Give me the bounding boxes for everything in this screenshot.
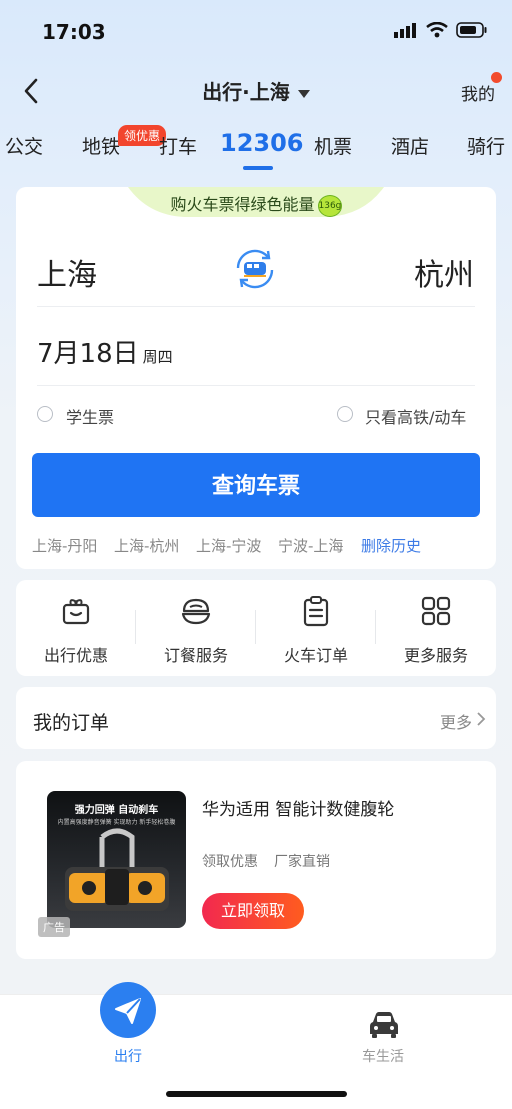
status-time: 17:03 [42, 20, 106, 44]
departure-city[interactable]: 上海 [37, 250, 97, 294]
orders-title: 我的订单 [33, 712, 110, 734]
clipboard-icon [303, 596, 329, 627]
highspeed-only-radio[interactable] [337, 406, 353, 422]
history-item[interactable]: 上海-丹阳 [32, 535, 97, 556]
claim-now-button[interactable]: 立即领取 [202, 893, 304, 929]
weekday-text: 周四 [142, 348, 173, 366]
energy-badge: 136g [317, 194, 342, 217]
city-selector[interactable]: 出行·上海 [0, 76, 512, 105]
service-more[interactable]: 更多服务 [376, 594, 496, 666]
signal-icon [394, 23, 416, 38]
notification-dot [491, 72, 502, 83]
tab-cycling[interactable]: 骑行 [467, 132, 505, 159]
product-tag: 厂家直销 [274, 854, 330, 870]
gift-icon [62, 599, 90, 625]
service-label: 订餐服务 [163, 646, 228, 665]
service-train-orders[interactable]: 火车订单 [256, 594, 376, 666]
tab-metro[interactable]: 地铁 [82, 132, 120, 159]
tab-travel[interactable] [100, 982, 156, 1038]
service-meal-ordering[interactable]: 订餐服务 [136, 594, 256, 666]
clear-history-link[interactable]: 删除历史 [361, 535, 421, 556]
city-title-text: 出行·上海 [202, 80, 290, 104]
status-icons [394, 22, 488, 38]
ad-image-title: 强力回弹 自动刹车 [74, 805, 159, 816]
tab-flights[interactable]: 机票 [314, 132, 352, 159]
active-tab-indicator [243, 166, 273, 170]
highspeed-only-label[interactable]: 只看高铁/动车 [365, 404, 466, 428]
chevron-right-icon[interactable] [476, 712, 486, 726]
student-ticket-radio[interactable] [37, 406, 53, 422]
service-label: 出行优惠 [43, 646, 108, 665]
date-text: 7月18日 [37, 339, 139, 369]
swap-train-icon[interactable] [232, 246, 278, 292]
tab-travel-label[interactable]: 出行 [114, 1046, 142, 1066]
tab-bus[interactable]: 公交 [5, 132, 43, 159]
tab-car-life-label[interactable]: 车生活 [362, 1046, 404, 1066]
ab-wheel-illustration [65, 828, 169, 911]
mine-link[interactable]: 我的 [461, 80, 495, 105]
service-label: 火车订单 [283, 646, 348, 665]
promo-banner[interactable]: 购火车票得绿色能量 136g [128, 191, 384, 217]
grid-icon [421, 596, 451, 626]
promo-text: 购火车票得绿色能量 [170, 195, 315, 214]
caret-down-icon [297, 89, 310, 98]
tab-hotel[interactable]: 酒店 [391, 132, 429, 159]
send-icon [115, 998, 141, 1024]
car-icon[interactable] [367, 1010, 401, 1040]
food-bowl-icon [181, 598, 211, 625]
orders-more-link[interactable]: 更多 [440, 709, 472, 733]
product-image[interactable]: 强力回弹 自动刹车 内置高强度静音弹簧 实现助力 新手轻松卷腹 [47, 791, 186, 928]
search-tickets-button[interactable]: 查询车票 [32, 453, 480, 517]
tab-12306[interactable]: 12306 [220, 129, 304, 157]
divider [37, 306, 475, 307]
arrival-city[interactable]: 杭州 [414, 250, 474, 294]
ad-label: 广告 [38, 917, 70, 937]
divider [37, 385, 475, 386]
service-label: 更多服务 [403, 646, 468, 665]
history-item[interactable]: 上海-杭州 [114, 535, 179, 556]
tab-taxi[interactable]: 打车 [159, 132, 197, 159]
category-tabs: 公交 地铁 领优惠 打车 12306 机票 酒店 骑行 [0, 125, 512, 170]
ad-image-subtitle: 内置高强度静音弹簧 实现助力 新手轻松卷腹 [57, 819, 176, 826]
student-ticket-label[interactable]: 学生票 [66, 404, 114, 428]
battery-icon [456, 22, 487, 38]
departure-date[interactable]: 7月18日 周四 [37, 333, 173, 370]
wifi-icon [426, 22, 448, 38]
home-indicator [166, 1091, 347, 1097]
history-item[interactable]: 上海-宁波 [196, 535, 261, 556]
service-travel-deals[interactable]: 出行优惠 [16, 594, 136, 666]
history-item[interactable]: 宁波-上海 [278, 535, 343, 556]
product-tag: 领取优惠 [202, 854, 258, 870]
product-title[interactable]: 华为适用 智能计数健腹轮 [202, 795, 394, 820]
